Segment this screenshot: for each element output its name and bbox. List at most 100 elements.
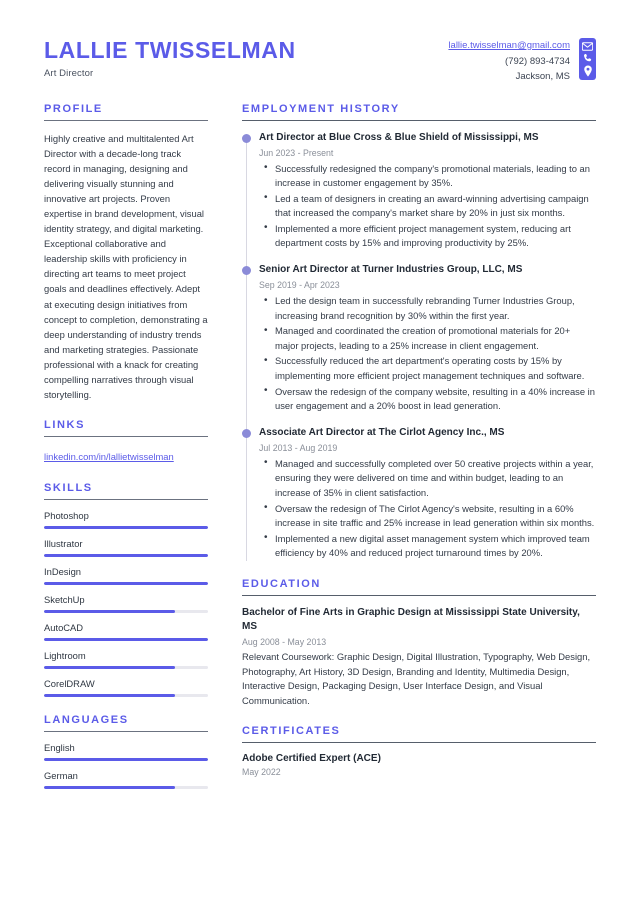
profile-text: Highly creative and multitalented Art Di… [44, 132, 208, 401]
job-bullets: Managed and successfully completed over … [259, 456, 596, 561]
skill-item: CorelDRAW [44, 678, 208, 698]
phone-icon [583, 53, 593, 63]
skill-bar-fill [44, 526, 208, 530]
skill-bar-fill [44, 666, 176, 670]
right-column: EMPLOYMENT HISTORY Art Director at Blue … [226, 103, 596, 795]
skill-bar-track [44, 610, 208, 614]
candidate-name: LALLIE TWISSELMAN [44, 37, 296, 63]
skill-label: Lightroom [44, 650, 86, 662]
skill-bar-fill [44, 638, 208, 642]
job-bullets: Led the design team in successfully rebr… [259, 294, 596, 414]
job-bullet: Managed and coordinated the creation of … [264, 324, 596, 353]
education-heading: EDUCATION [242, 577, 321, 590]
divider [44, 499, 208, 501]
timeline-dot-icon [242, 428, 251, 438]
left-column: PROFILE Highly creative and multitalente… [44, 103, 226, 807]
job-dates: Jul 2013 - Aug 2019 [259, 442, 338, 453]
skills-list: Photoshop Illustrator InDesign SketchUp [44, 510, 208, 698]
skill-item: AutoCAD [44, 622, 208, 642]
skill-label: AutoCAD [44, 622, 84, 634]
skill-label: Photoshop [44, 510, 89, 522]
language-label: German [44, 770, 78, 782]
job-bullet: Implemented a new digital asset manageme… [264, 531, 596, 561]
language-label: English [44, 742, 75, 754]
education-entry: Bachelor of Fine Arts in Graphic Design … [242, 606, 596, 708]
divider [44, 436, 208, 438]
job-bullet: Oversaw the redesign of the company webs… [264, 384, 596, 414]
resume-body: PROFILE Highly creative and multitalente… [44, 103, 596, 807]
language-bar-track [44, 786, 208, 790]
job-dates: Jun 2023 - Present [259, 147, 334, 158]
skill-bar-track [44, 582, 208, 586]
timeline-dot-icon [242, 266, 251, 276]
contact-email[interactable]: lallie.twisselman@gmail.com [448, 38, 570, 54]
skill-bar-fill [44, 582, 208, 586]
language-bar-fill [44, 786, 176, 790]
certificates-heading: CERTIFICATES [242, 725, 341, 738]
skill-bar-fill [44, 694, 176, 698]
education-section: EDUCATION Bachelor of Fine Arts in Graph… [242, 578, 596, 708]
job-entry: Associate Art Director at The Cirlot Age… [242, 426, 596, 561]
employment-timeline: Art Director at Blue Cross & Blue Shield… [242, 131, 596, 562]
skill-label: CorelDRAW [44, 678, 95, 690]
resume-header: LALLIE TWISSELMAN Art Director lallie.tw… [44, 34, 596, 103]
links-section: LINKS linkedin.com/in/lallietwisselman [44, 419, 208, 465]
name-block: LALLIE TWISSELMAN Art Director [44, 34, 296, 79]
skill-label: Illustrator [44, 538, 83, 550]
location-pin-icon [583, 65, 593, 77]
job-entry: Senior Art Director at Turner Industries… [242, 263, 596, 414]
languages-heading: LANGUAGES [44, 714, 129, 727]
contact-block: lallie.twisselman@gmail.com (792) 893-47… [448, 34, 596, 85]
skill-label: InDesign [44, 566, 82, 578]
job-bullet: Implemented a more efficient project man… [264, 221, 596, 251]
language-item: German [44, 770, 208, 790]
employment-section: EMPLOYMENT HISTORY Art Director at Blue … [242, 102, 596, 562]
language-bar-fill [44, 758, 208, 762]
job-bullet: Successfully redesigned the company's pr… [264, 161, 596, 191]
resume-page: LALLIE TWISSELMAN Art Director lallie.tw… [0, 0, 640, 905]
skill-item: Lightroom [44, 650, 208, 670]
job-bullet: Led the design team in successfully rebr… [264, 294, 596, 323]
skill-bar-track [44, 694, 208, 698]
contact-icon-strip [579, 38, 596, 80]
certificates-section: CERTIFICATES Adobe Certified Expert (ACE… [242, 725, 596, 777]
certificate-entry: Adobe Certified Expert (ACE) May 2022 [242, 753, 596, 777]
profile-section: PROFILE Highly creative and multitalente… [44, 103, 208, 403]
skill-bar-track [44, 666, 208, 670]
languages-section: LANGUAGES English German [44, 714, 208, 790]
divider [242, 594, 596, 596]
profile-heading: PROFILE [44, 102, 103, 115]
contact-lines: lallie.twisselman@gmail.com (792) 893-47… [448, 38, 579, 85]
employment-heading: EMPLOYMENT HISTORY [242, 102, 400, 115]
envelope-icon [582, 42, 593, 51]
divider [44, 731, 208, 733]
skill-item: SketchUp [44, 594, 208, 614]
skill-item: InDesign [44, 566, 208, 586]
job-entry: Art Director at Blue Cross & Blue Shield… [242, 131, 596, 252]
contact-phone: (792) 893-4734 [505, 55, 570, 67]
education-dates: Aug 2008 - May 2013 [242, 636, 327, 647]
job-title: Senior Art Director at Turner Industries… [259, 264, 523, 276]
skill-label: SketchUp [44, 594, 85, 606]
skill-bar-track [44, 526, 208, 530]
languages-list: English German [44, 742, 208, 790]
links-heading: LINKS [44, 419, 85, 432]
job-bullet: Led a team of designers in creating an a… [264, 191, 596, 221]
timeline-dot-icon [242, 133, 251, 143]
certificate-title: Adobe Certified Expert (ACE) [242, 753, 381, 765]
skill-item: Photoshop [44, 510, 208, 530]
skill-bar-fill [44, 554, 208, 558]
divider [44, 119, 208, 121]
skill-bar-track [44, 554, 208, 558]
divider [242, 119, 596, 121]
language-item: English [44, 742, 208, 762]
job-dates: Sep 2019 - Apr 2023 [259, 280, 340, 291]
job-bullet: Oversaw the redesign of The Cirlot Agenc… [264, 501, 596, 531]
job-bullet: Successfully reduced the art department'… [264, 354, 596, 383]
skills-heading: SKILLS [44, 482, 93, 495]
link-item-linkedin[interactable]: linkedin.com/in/lallietwisselman [44, 451, 174, 462]
job-title: Art Director at Blue Cross & Blue Shield… [259, 131, 539, 143]
skill-item: Illustrator [44, 538, 208, 558]
candidate-job-title: Art Director [44, 68, 94, 80]
skills-section: SKILLS Photoshop Illustrator InDesign Sk… [44, 482, 208, 698]
